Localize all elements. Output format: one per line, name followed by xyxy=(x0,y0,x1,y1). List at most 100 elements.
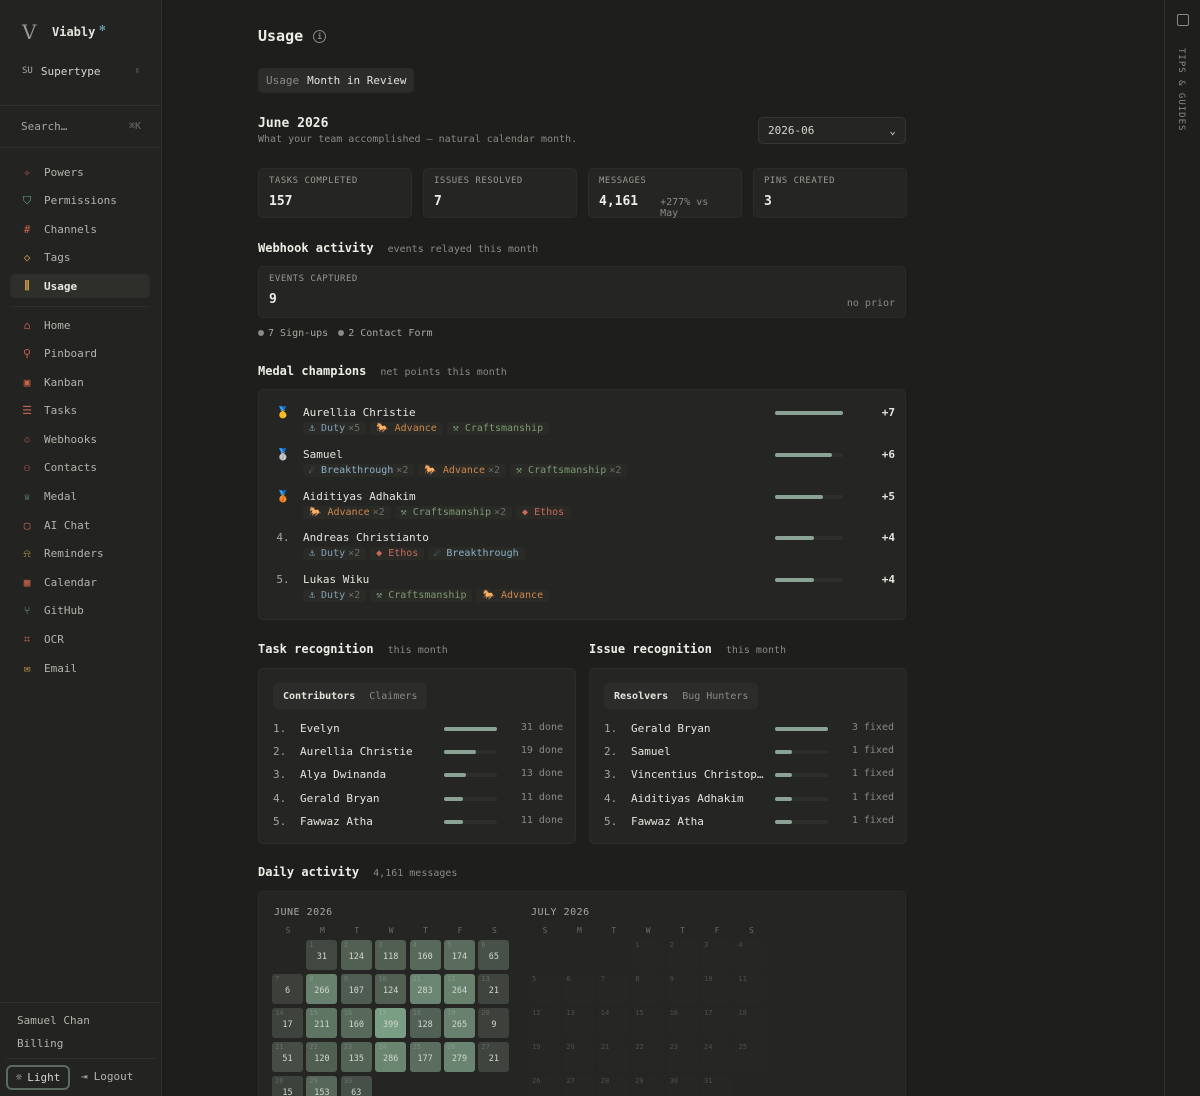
calendar-day-cell[interactable]: 3 xyxy=(701,940,732,970)
sidebar-item-powers[interactable]: ✧ Powers xyxy=(10,160,150,184)
calendar-day-cell[interactable]: 4 160 xyxy=(409,940,441,970)
billing-link[interactable]: Billing xyxy=(17,1037,63,1050)
calendar-day-cell[interactable]: 12 264 xyxy=(444,974,475,1004)
calendar-day-cell[interactable]: 10 124 xyxy=(375,974,407,1004)
tab-contributors[interactable]: Contributors xyxy=(283,691,355,702)
calendar-day-cell[interactable]: 7 xyxy=(597,974,629,1004)
sidebar-item-tasks[interactable]: ☰ Tasks xyxy=(10,399,150,423)
calendar-day-cell[interactable]: 15 211 xyxy=(306,1008,338,1038)
leaderboard-bar xyxy=(775,773,828,778)
calendar-day-cell[interactable]: 21 xyxy=(597,1042,629,1072)
tab-bug-hunters[interactable]: Bug Hunters xyxy=(682,691,748,702)
calendar-day-cell[interactable]: 13 21 xyxy=(478,974,510,1004)
panel-toggle-icon[interactable] xyxy=(1177,14,1189,26)
calendar-day-cell[interactable]: 31 xyxy=(701,1076,732,1096)
calendar-day-cell[interactable]: 14 xyxy=(597,1008,629,1038)
calendar-day-cell[interactable]: 2 xyxy=(666,940,698,970)
calendar-day-cell[interactable]: 30 63 xyxy=(340,1076,372,1096)
brand[interactable]: V Viably ✻ xyxy=(22,22,105,42)
calendar-day-cell[interactable]: 28 xyxy=(597,1076,629,1096)
calendar-day-cell[interactable]: 17 xyxy=(701,1008,732,1038)
calendar-day-cell[interactable]: 76 xyxy=(272,974,303,1004)
calendar-day-cell[interactable]: 26 279 xyxy=(444,1042,475,1072)
calendar-day-cell[interactable]: 13 xyxy=(563,1008,595,1038)
calendar-day-cell[interactable]: 17 399 xyxy=(375,1008,407,1038)
calendar-day-cell[interactable]: 14 17 xyxy=(272,1008,303,1038)
calendar-day-cell[interactable]: 22 xyxy=(632,1042,664,1072)
calendar-day-cell[interactable]: 5 xyxy=(529,974,560,1004)
calendar-day-cell[interactable]: 27 xyxy=(563,1076,595,1096)
calendar-day-cell[interactable]: 8 xyxy=(632,974,664,1004)
calendar-day-cell[interactable]: 23 xyxy=(666,1042,698,1072)
sidebar-item-home[interactable]: ⌂ Home xyxy=(10,313,150,337)
sidebar-item-ai-chat[interactable]: ▢ AI Chat xyxy=(10,513,150,537)
sidebar-item-ocr[interactable]: ⌗ OCR xyxy=(10,628,150,652)
sidebar-item-email[interactable]: ✉ Email xyxy=(10,656,150,680)
calendar-day-cell[interactable]: 8 266 xyxy=(306,974,338,1004)
workspace-switcher[interactable]: SU Supertype ⇳ xyxy=(14,58,148,84)
sidebar-item-channels[interactable]: # Channels xyxy=(10,217,150,241)
calendar-day-cell[interactable]: 28 15 xyxy=(272,1076,303,1096)
tab-resolvers[interactable]: Resolvers xyxy=(614,691,668,702)
tab-usage[interactable]: Usage xyxy=(266,74,299,87)
calendar-day-cell[interactable]: 12 xyxy=(529,1008,560,1038)
calendar-day-cell[interactable]: 1 31 xyxy=(306,940,338,970)
calendar-day-cell[interactable]: 29 153 xyxy=(306,1076,338,1096)
calendar-day-cell[interactable]: 1 xyxy=(632,940,664,970)
logout-button[interactable]: ⇥ Logout xyxy=(81,1070,133,1083)
calendar-day-cell[interactable]: 9 107 xyxy=(340,974,372,1004)
calendar-day-cell[interactable]: 16 xyxy=(666,1008,698,1038)
month-select[interactable]: 2026-06 ⌄ xyxy=(758,117,906,144)
tab-claimers[interactable]: Claimers xyxy=(369,691,417,702)
calendar-day-number: 30 xyxy=(669,1077,679,1085)
calendar-day-cell[interactable]: 24 286 xyxy=(375,1042,407,1072)
calendar-day-cell[interactable]: 9 xyxy=(666,974,698,1004)
calendar-day-cell[interactable]: 15 xyxy=(632,1008,664,1038)
calendar-day-cell[interactable]: 25 xyxy=(735,1042,767,1072)
calendar-day-cell[interactable]: 2 124 xyxy=(340,940,372,970)
calendar-day-cell[interactable]: 25 177 xyxy=(409,1042,441,1072)
search-box[interactable]: Search… ⌘K xyxy=(12,114,150,138)
calendar-day-cell[interactable]: 6 xyxy=(563,974,595,1004)
calendar-day-cell[interactable]: 27 21 xyxy=(478,1042,510,1072)
calendar-day-cell[interactable]: 3 118 xyxy=(375,940,407,970)
calendar-day-cell[interactable]: 11 xyxy=(735,974,767,1004)
sidebar-item-contacts[interactable]: ⚇ Contacts xyxy=(10,456,150,480)
sidebar-item-usage[interactable]: ⫼ Usage xyxy=(10,274,150,299)
calendar-day-cell[interactable]: 18 xyxy=(735,1008,767,1038)
calendar-day-cell[interactable]: 16 160 xyxy=(340,1008,372,1038)
sidebar-item-webhooks[interactable]: ♲ Webhooks xyxy=(10,427,150,451)
theme-toggle-button[interactable]: ☼ Light xyxy=(6,1065,70,1090)
calendar-day-cell[interactable]: 19 xyxy=(529,1042,560,1072)
calendar-day-cell[interactable]: 20 9 xyxy=(478,1008,510,1038)
calendar-day-cell[interactable]: 22 120 xyxy=(306,1042,338,1072)
info-icon[interactable]: i xyxy=(313,29,327,43)
calendar-day-cell[interactable]: 20 xyxy=(563,1042,595,1072)
sidebar-item-github[interactable]: ⑂ GitHub xyxy=(10,599,150,623)
calendar-day-cell[interactable]: 26 xyxy=(529,1076,560,1096)
user-name-link[interactable]: Samuel Chan xyxy=(17,1014,90,1027)
calendar-day-cell[interactable]: 11 283 xyxy=(409,974,441,1004)
calendar-day-cell[interactable]: 5 174 xyxy=(444,940,475,970)
sidebar-item-tags[interactable]: ◇ Tags xyxy=(10,246,150,270)
calendar-day-cell[interactable]: 10 xyxy=(701,974,732,1004)
calendar-day-cell[interactable]: 18 128 xyxy=(409,1008,441,1038)
calendar-day-cell[interactable]: 6 65 xyxy=(478,940,510,970)
tips-guides-label[interactable]: TIPS & GUIDES xyxy=(1176,48,1186,131)
calendar-day-cell[interactable]: 21 51 xyxy=(272,1042,303,1072)
calendar-day-cell[interactable]: 19 265 xyxy=(444,1008,475,1038)
sidebar-item-pinboard[interactable]: ⚲ Pinboard xyxy=(10,342,150,366)
calendar-day-cell[interactable]: 29 xyxy=(632,1076,664,1096)
sidebar-item-kanban[interactable]: ▣ Kanban xyxy=(10,370,150,394)
sidebar-item-reminders[interactable]: ⍾ Reminders xyxy=(10,542,150,566)
calendar-day-cell[interactable]: 30 xyxy=(666,1076,698,1096)
task-recognition-heading: Task recognition this month xyxy=(258,642,448,656)
calendar-day-number: 17 xyxy=(704,1009,713,1017)
sidebar-item-permissions[interactable]: ⛉ Permissions xyxy=(10,189,150,213)
sidebar-item-calendar[interactable]: ▦ Calendar xyxy=(10,570,150,594)
tab-month-in-review[interactable]: Month in Review xyxy=(307,74,406,87)
calendar-day-cell[interactable]: 24 xyxy=(701,1042,732,1072)
calendar-day-cell[interactable]: 4 xyxy=(735,940,767,970)
calendar-day-cell[interactable]: 23 135 xyxy=(340,1042,372,1072)
sidebar-item-medal[interactable]: ♕ Medal xyxy=(10,485,150,509)
